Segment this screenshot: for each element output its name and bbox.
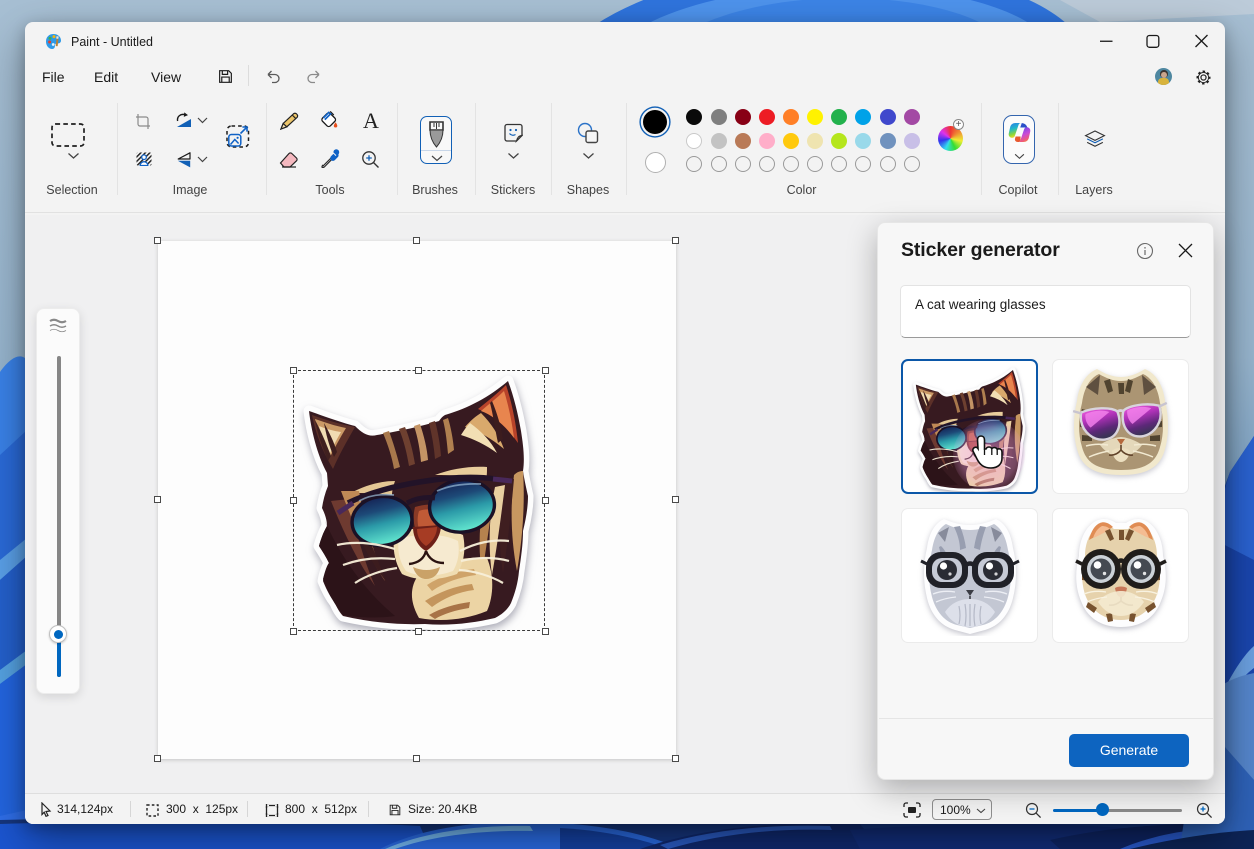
svg-text:A: A xyxy=(363,111,379,131)
